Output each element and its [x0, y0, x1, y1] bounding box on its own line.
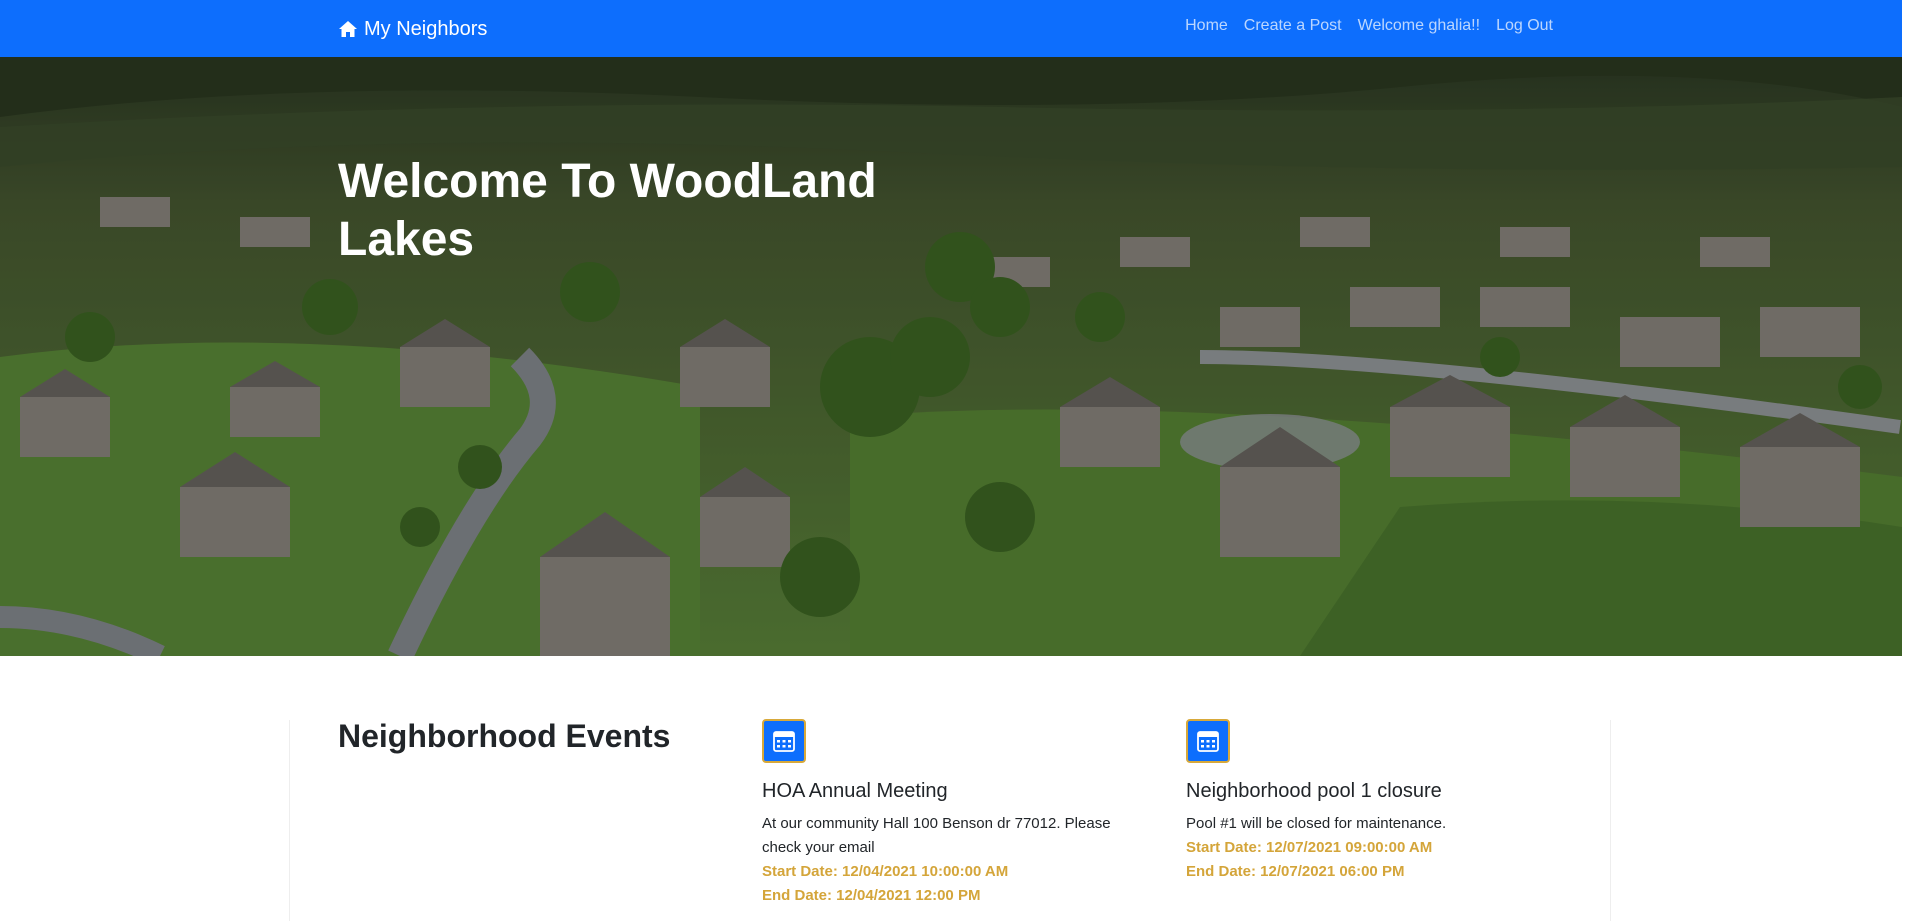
nav-logout-link[interactable]: Log Out: [1496, 17, 1553, 35]
hero-banner: Welcome To WoodLand Lakes: [0, 57, 1902, 656]
nav-create-post-link[interactable]: Create a Post: [1244, 17, 1342, 35]
nav-welcome-user-link[interactable]: Welcome ghalia!!: [1358, 17, 1480, 35]
events-heading: Neighborhood Events: [338, 718, 671, 754]
event-description: At our community Hall 100 Benson dr 7701…: [762, 815, 1111, 856]
hero-dark-overlay: [0, 57, 1902, 656]
event-title: HOA Annual Meeting: [762, 780, 948, 802]
calendar-icon: [762, 719, 806, 763]
event-start-date: Start Date: 12/04/2021 10:00:00 AM: [762, 863, 1009, 880]
event-card: Neighborhood pool 1 closure Pool #1 will…: [1186, 719, 1566, 884]
event-title: Neighborhood pool 1 closure: [1186, 780, 1442, 802]
top-navbar: My Neighbors Home Create a Post Welcome …: [0, 0, 1902, 57]
event-end-date: End Date: 12/04/2021 12:00 PM: [762, 887, 981, 904]
event-end-date: End Date: 12/07/2021 06:00 PM: [1186, 863, 1405, 880]
hero-title: Welcome To WoodLand Lakes: [338, 155, 877, 266]
event-description: Pool #1 will be closed for maintenance.: [1186, 815, 1447, 832]
event-start-date: Start Date: 12/07/2021 09:00:00 AM: [1186, 839, 1433, 856]
house-icon: [338, 19, 358, 39]
calendar-icon: [1186, 719, 1230, 763]
event-card: HOA Annual Meeting At our community Hall…: [762, 719, 1142, 908]
nav-links: Home Create a Post Welcome ghalia!! Log …: [1185, 17, 1553, 35]
nav-home-link[interactable]: Home: [1185, 17, 1228, 35]
brand-link[interactable]: My Neighbors: [338, 14, 487, 44]
brand-label: My Neighbors: [364, 17, 488, 40]
